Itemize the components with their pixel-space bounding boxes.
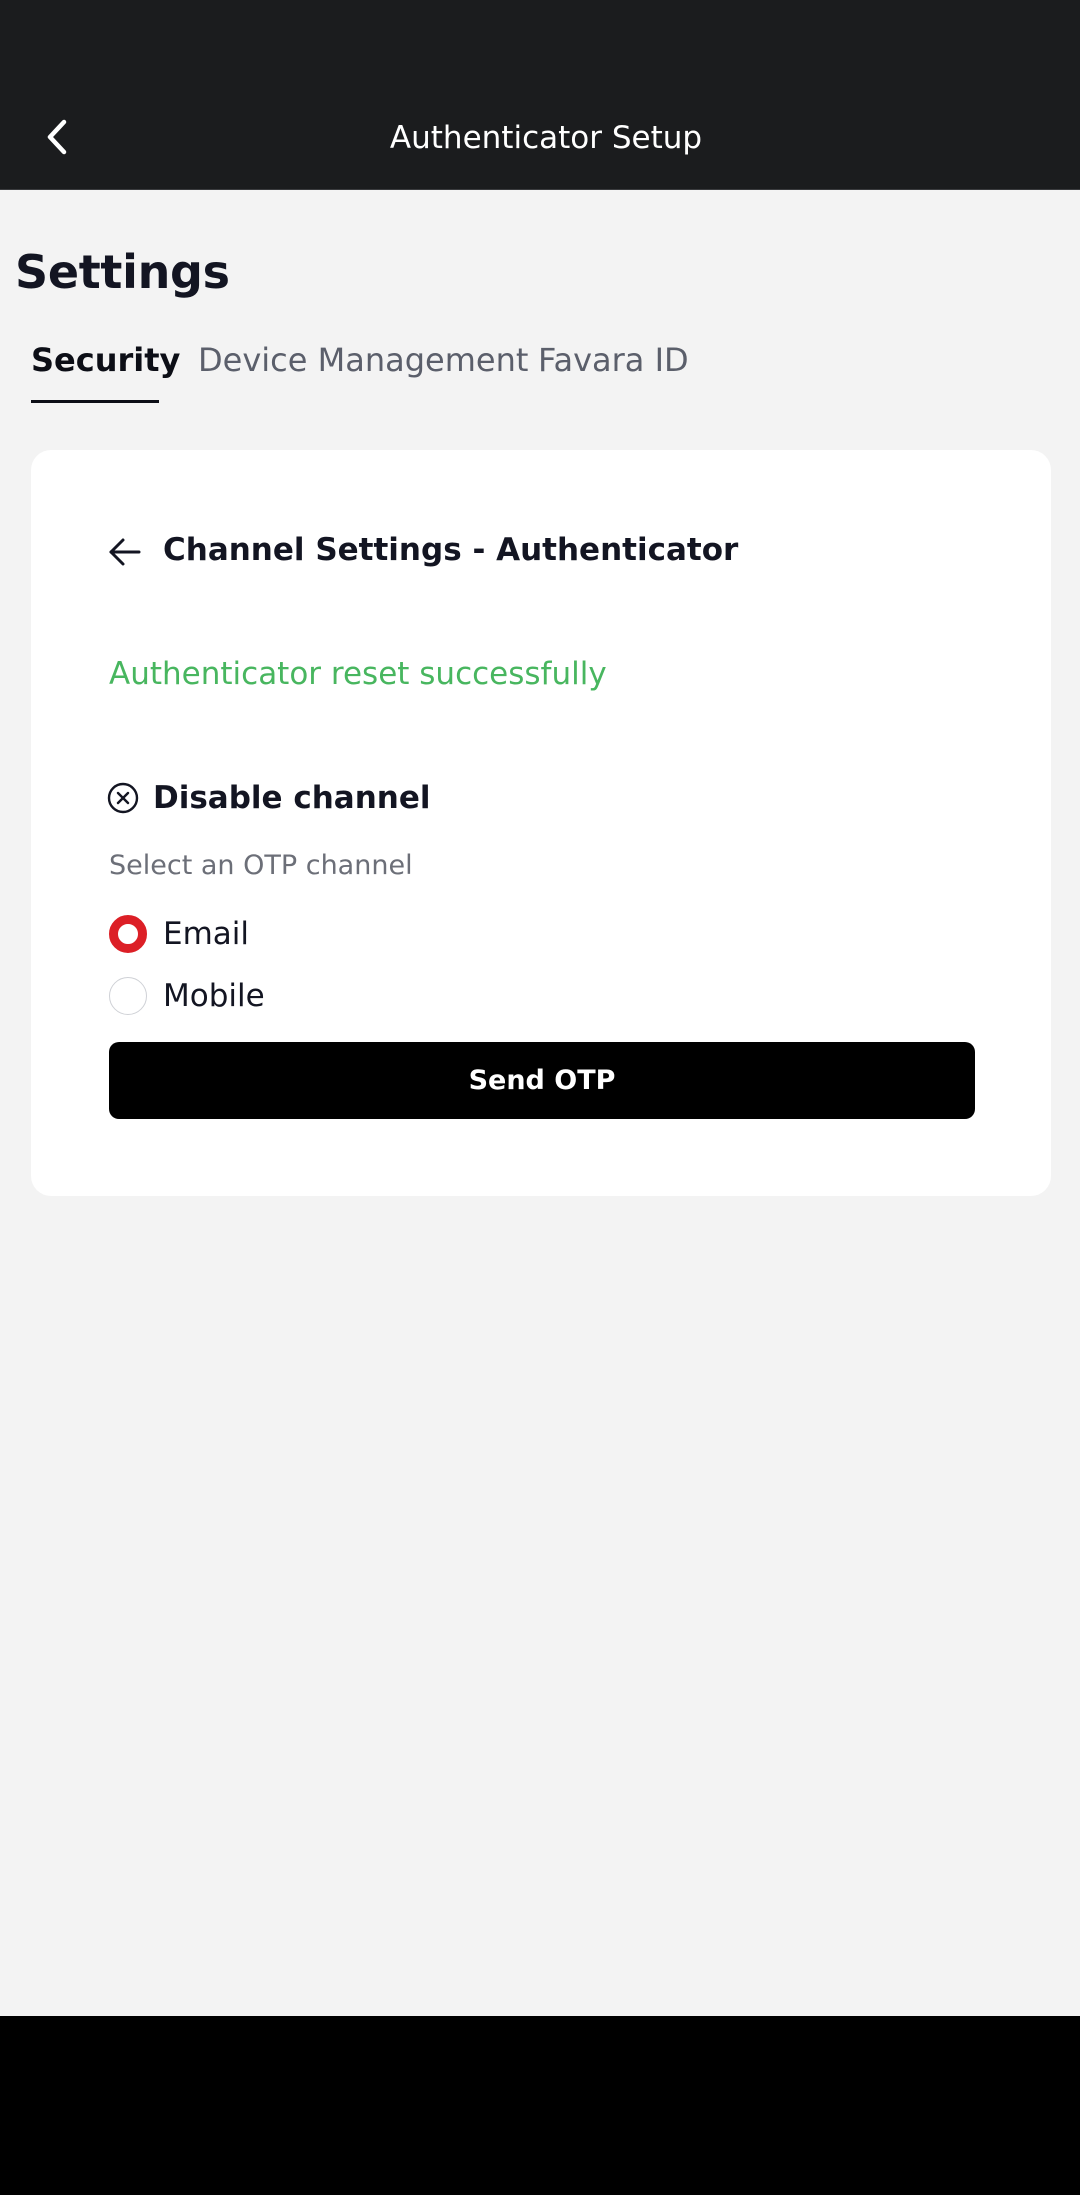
system-navigation-bar bbox=[0, 2016, 1080, 2195]
email-radio[interactable] bbox=[109, 915, 147, 953]
mobile-radio[interactable] bbox=[109, 977, 147, 1015]
tab-device-management[interactable]: Device Management bbox=[198, 336, 528, 384]
send-otp-button[interactable]: Send OTP bbox=[109, 1042, 975, 1119]
app-bar: Authenticator Setup bbox=[0, 0, 1080, 190]
otp-channel-prompt: Select an OTP channel bbox=[109, 850, 413, 881]
close-circle-icon bbox=[107, 782, 139, 814]
active-tab-indicator bbox=[31, 400, 159, 403]
arrow-left-icon[interactable] bbox=[107, 534, 143, 570]
tab-favara-id[interactable]: Favara ID bbox=[538, 336, 689, 384]
app-bar-title: Authenticator Setup bbox=[389, 120, 703, 156]
mobile-radio-label: Mobile bbox=[163, 978, 265, 1014]
success-message: Authenticator reset successfully bbox=[109, 656, 607, 692]
tab-security[interactable]: Security bbox=[31, 336, 180, 384]
channel-settings-card: Channel Settings - Authenticator Authent… bbox=[31, 450, 1051, 1196]
page-title: Settings bbox=[15, 245, 230, 299]
disable-channel-label: Disable channel bbox=[153, 780, 431, 816]
email-radio-label: Email bbox=[163, 916, 250, 952]
card-heading: Channel Settings - Authenticator bbox=[163, 532, 739, 568]
